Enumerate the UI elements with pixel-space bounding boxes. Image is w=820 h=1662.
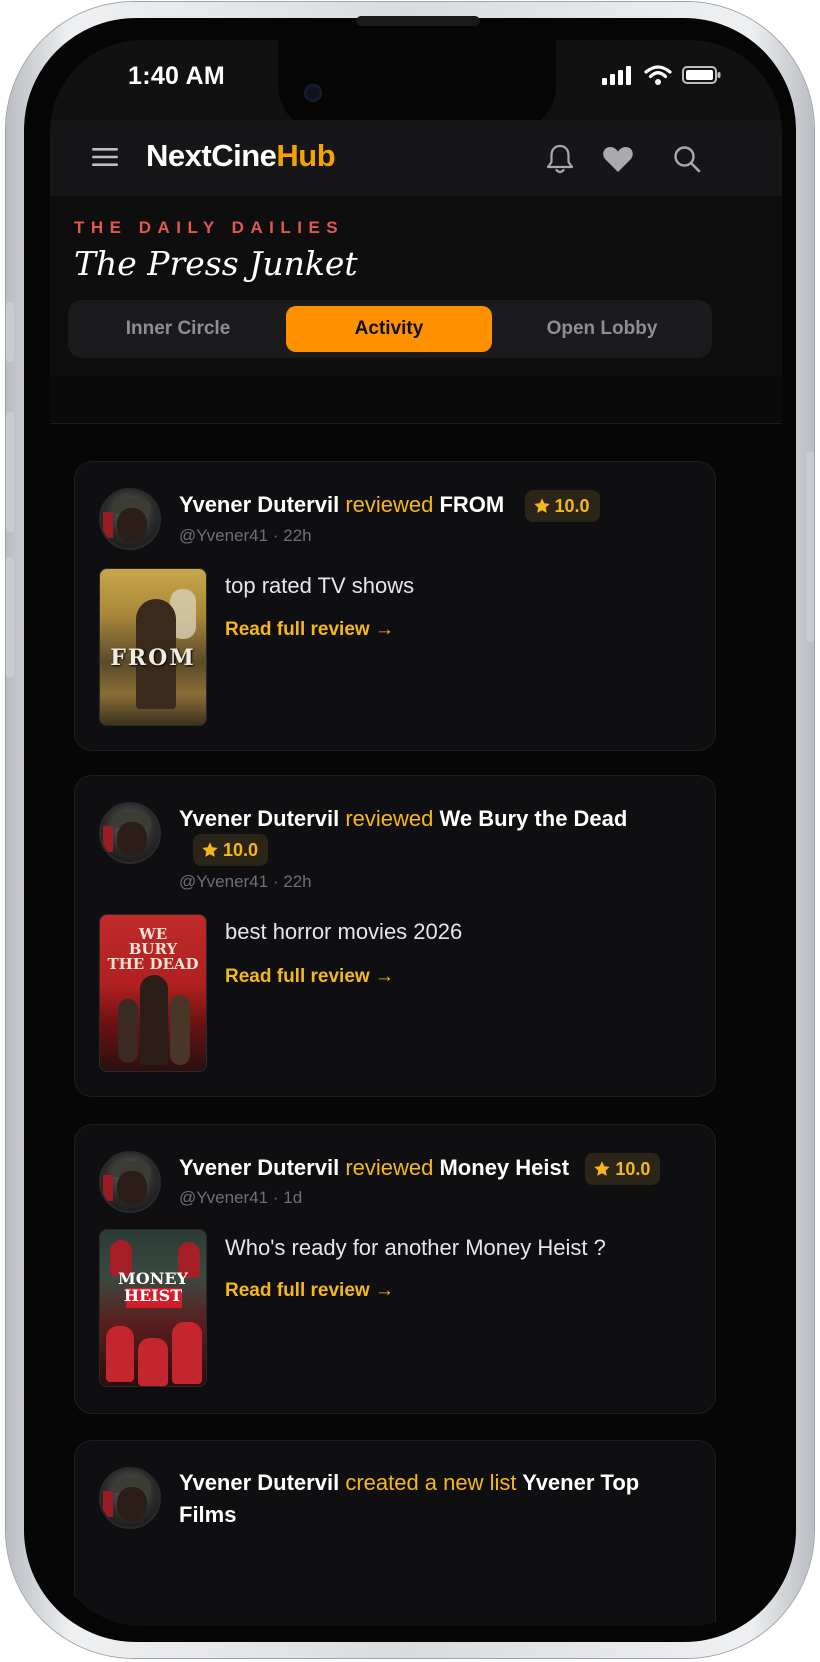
app-header: NextCineHub — [50, 120, 782, 196]
menu-icon — [92, 148, 118, 166]
rating-value: 10.0 — [554, 496, 590, 517]
brand-name-part1: NextCine — [146, 138, 277, 173]
notifications-button[interactable] — [543, 142, 577, 176]
search-button[interactable] — [670, 142, 704, 176]
activity-verb: reviewed — [345, 1155, 434, 1180]
activity-age: 22h — [283, 872, 312, 891]
activity-verb: created a new list — [345, 1470, 517, 1495]
activity-headline: Yvener Dutervil reviewed Money Heist 10.… — [179, 1152, 661, 1186]
speaker-slot — [356, 16, 480, 26]
status-icons — [602, 64, 722, 86]
star-icon — [202, 842, 218, 857]
poster-title-line: HEIST — [123, 1286, 183, 1305]
status-bar: 1:40 AM — [50, 40, 782, 132]
feed-card: Yvener Dutervil created a new list Yvene… — [74, 1440, 716, 1626]
poster-title: MONEY HEIST — [100, 1270, 206, 1304]
avatar[interactable] — [99, 488, 161, 550]
activity-age: 22h — [283, 526, 312, 545]
screen: 1:40 AM NextCineHub THE DAILY DAILIES Th… — [50, 40, 782, 1626]
divider-band — [50, 376, 782, 424]
activity-age: 1d — [283, 1188, 303, 1207]
front-camera — [304, 84, 322, 102]
user-handle: @Yvener41 — [179, 526, 269, 545]
silent-switch — [6, 302, 14, 362]
poster-we-bury-the-dead[interactable]: WE BURY THE DEAD — [99, 914, 207, 1072]
activity-meta: @Yvener41 · 22h — [179, 872, 312, 892]
activity-meta: @Yvener41 · 22h — [179, 526, 312, 546]
star-icon — [594, 1161, 611, 1177]
tab-open-lobby[interactable]: Open Lobby — [500, 306, 704, 352]
avatar[interactable] — [99, 802, 161, 864]
heart-icon — [603, 146, 633, 172]
read-full-review-link[interactable]: Read full review → — [225, 619, 394, 641]
activity-verb: reviewed — [345, 806, 434, 831]
user-name[interactable]: Yvener Dutervil — [179, 806, 339, 831]
volume-up-button — [6, 412, 14, 532]
review-snippet: best horror movies 2026 — [225, 919, 463, 944]
rating-value: 10.0 — [223, 839, 259, 860]
feed-card: Yvener Dutervil reviewed We Bury the Dea… — [74, 775, 716, 1097]
phone-frame: 1:40 AM NextCineHub THE DAILY DAILIES Th… — [6, 2, 814, 1658]
tab-inner-circle[interactable]: Inner Circle — [78, 306, 278, 352]
read-full-review-link[interactable]: Read full review → — [225, 966, 394, 988]
meta-separator: · — [272, 1188, 279, 1207]
volume-down-button — [6, 557, 14, 677]
signal-icon — [602, 66, 631, 85]
activity-headline: Yvener Dutervil reviewed FROM 10.0 — [179, 489, 600, 523]
activity-headline: Yvener Dutervil reviewed We Bury the Dea… — [179, 803, 627, 835]
favorites-button[interactable] — [601, 142, 635, 176]
section-kicker: THE DAILY DAILIES — [74, 218, 345, 237]
power-button — [806, 452, 814, 642]
menu-button[interactable] — [90, 142, 120, 172]
section-header: THE DAILY DAILIES The Press Junket Inner… — [50, 196, 782, 376]
user-handle: @Yvener41 — [179, 1188, 269, 1207]
tab-activity[interactable]: Activity — [286, 306, 492, 352]
rating-badge: 10.0 — [585, 1153, 661, 1186]
rating-badge: 10.0 — [193, 834, 269, 866]
feed-card: Yvener Dutervil reviewed FROM 10.0 @Yven… — [74, 461, 716, 751]
user-name[interactable]: Yvener Dutervil — [179, 492, 339, 517]
poster-from[interactable]: FROM — [99, 568, 207, 726]
brand-logo[interactable]: NextCineHub — [146, 138, 336, 174]
avatar[interactable] — [99, 1467, 161, 1529]
meta-separator: · — [272, 872, 279, 891]
read-full-review-link[interactable]: Read full review → — [225, 1280, 394, 1302]
status-time: 1:40 AM — [128, 62, 226, 90]
poster-title: FROM — [110, 645, 196, 671]
review-snippet: Who's ready for another Money Heist ? — [225, 1235, 606, 1260]
user-name[interactable]: Yvener Dutervil — [179, 1470, 339, 1495]
meta-separator: · — [272, 526, 279, 545]
user-handle: @Yvener41 — [179, 872, 269, 891]
avatar[interactable] — [99, 1151, 161, 1213]
title-name[interactable]: FROM — [439, 492, 504, 517]
battery-icon — [682, 66, 721, 84]
bell-icon — [546, 144, 574, 174]
feed-tabs: Inner Circle Activity Open Lobby — [68, 300, 712, 358]
title-name[interactable]: Money Heist — [439, 1155, 569, 1180]
activity-verb: reviewed — [345, 492, 434, 517]
search-icon — [674, 146, 701, 173]
activity-feed: Yvener Dutervil reviewed FROM 10.0 @Yven… — [50, 425, 782, 1626]
review-snippet: top rated TV shows — [225, 573, 415, 598]
title-name[interactable]: We Bury the Dead — [439, 806, 627, 831]
rating-badge: 10.0 — [524, 490, 600, 523]
section-title: The Press Junket — [74, 244, 358, 283]
user-name[interactable]: Yvener Dutervil — [179, 1155, 339, 1180]
activity-headline: Yvener Dutervil created a new list Yvene… — [179, 1467, 679, 1531]
star-icon — [533, 498, 550, 514]
rating-wrap: 10.0 — [193, 834, 269, 866]
poster-title: WE BURY THE DEAD — [100, 927, 206, 972]
wifi-icon — [644, 65, 672, 85]
brand-name-part2: Hub — [276, 138, 336, 173]
poster-money-heist[interactable]: MONEY HEIST — [99, 1229, 207, 1387]
activity-meta: @Yvener41 · 1d — [179, 1188, 302, 1208]
rating-value: 10.0 — [615, 1159, 651, 1180]
poster-title-line: MONEY — [118, 1269, 188, 1288]
poster-title-line: THE DEAD — [107, 955, 199, 973]
feed-card: Yvener Dutervil reviewed Money Heist 10.… — [74, 1124, 716, 1414]
